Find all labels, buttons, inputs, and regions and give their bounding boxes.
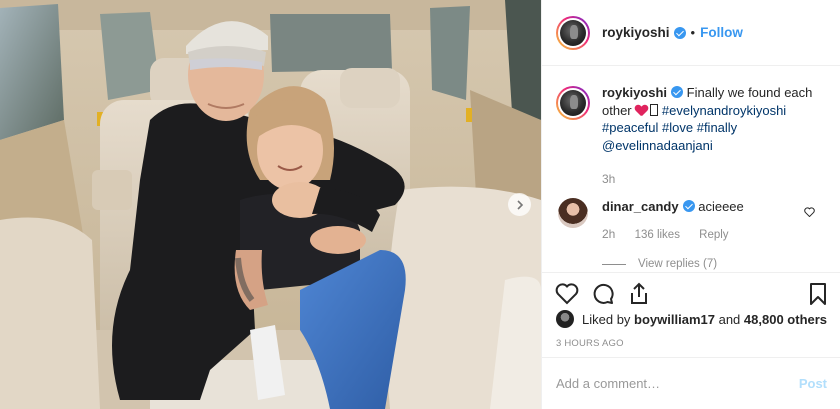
caption-username[interactable]: roykiyoshi <box>602 85 667 100</box>
view-replies-label: View replies (7) <box>638 258 718 270</box>
comment-bubble-icon[interactable] <box>590 281 616 307</box>
comments-section: roykiyoshi Finally we found each other #… <box>542 66 840 272</box>
add-comment-bar: Post <box>542 357 840 409</box>
likes-count[interactable]: 48,800 others <box>744 312 827 327</box>
comment-input[interactable] <box>556 376 799 391</box>
heart-small-icon[interactable] <box>804 207 815 217</box>
mention-link[interactable]: @evelinnadaanjani <box>602 138 713 153</box>
post-side-panel: roykiyoshi • Follow roykiyoshi Finally w… <box>541 0 840 409</box>
heart-emoji-icon <box>635 105 648 116</box>
share-arrow-icon[interactable] <box>626 281 652 307</box>
post-photo[interactable] <box>0 0 541 409</box>
verified-badge-icon <box>682 200 695 212</box>
comment-time[interactable]: 2h <box>602 227 615 241</box>
separator-dot: • <box>690 25 696 40</box>
chevron-right-icon <box>516 199 523 210</box>
comment-text: acieeee <box>698 199 744 214</box>
view-replies-button[interactable]: View replies (7) <box>602 256 745 273</box>
photo-illustration <box>0 0 541 409</box>
post-caption: roykiyoshi Finally we found each other #… <box>556 84 827 154</box>
follow-button[interactable]: Follow <box>700 25 743 40</box>
missing-glyph-icon <box>650 103 659 116</box>
next-photo-button[interactable] <box>508 193 531 216</box>
author-username[interactable]: roykiyoshi <box>602 25 670 40</box>
bookmark-icon[interactable] <box>805 281 831 307</box>
reply-button[interactable]: Reply <box>699 229 728 241</box>
action-bar <box>542 272 840 310</box>
verified-badge-icon <box>671 86 684 98</box>
verified-badge-icon <box>673 26 686 39</box>
post-comment-button[interactable]: Post <box>799 376 827 391</box>
comment-body: dinar_candy acieeee 2h 136 likes Reply V… <box>602 198 745 273</box>
replies-divider <box>602 264 626 265</box>
likes-prefix: Liked by <box>582 311 631 327</box>
comment-likes[interactable]: 136 likes <box>635 229 680 241</box>
hashtag-link[interactable]: #evelynandroykiyoshi <box>662 103 786 118</box>
heart-outline-icon[interactable] <box>554 281 580 307</box>
caption-author-avatar[interactable] <box>556 86 590 120</box>
caption-text: roykiyoshi Finally we found each other #… <box>602 84 827 154</box>
hashtag-link[interactable]: #finally <box>697 120 737 135</box>
liker-username[interactable]: boywilliam17 <box>634 312 715 327</box>
commenter-avatar[interactable] <box>558 198 588 228</box>
commenter-username[interactable]: dinar_candy <box>602 199 679 214</box>
author-avatar[interactable] <box>556 15 590 50</box>
caption-time[interactable]: 3h <box>602 172 827 186</box>
liker-avatar[interactable] <box>556 310 574 328</box>
hashtag-link[interactable]: #love <box>662 120 693 135</box>
likes-conjunction: and <box>718 311 741 327</box>
likes-line: Liked by boywilliam17 and 48,800 others <box>556 310 827 328</box>
post-timestamp[interactable]: 3 HOURS AGO <box>556 338 624 349</box>
post-header: roykiyoshi • Follow <box>542 0 840 66</box>
hashtag-link[interactable]: #peaceful <box>602 120 658 135</box>
comment-item: dinar_candy acieeee 2h 136 likes Reply V… <box>556 198 827 273</box>
comment-meta: 2h 136 likes Reply <box>602 226 745 244</box>
